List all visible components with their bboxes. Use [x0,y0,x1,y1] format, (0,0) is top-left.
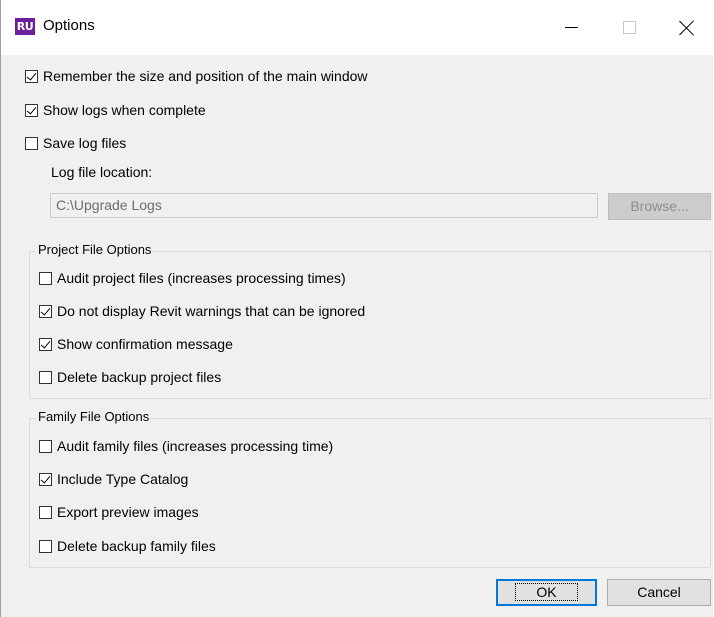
family-file-options-title: Family File Options [36,409,152,424]
export-preview-checkbox[interactable] [39,505,52,519]
delete-backup-project-checkbox[interactable] [39,370,52,384]
family-option-row[interactable]: Audit family files (increases processing… [39,437,333,455]
maximize-button[interactable] [600,0,658,55]
title-bar[interactable]: RU Options [1,0,714,55]
show-logs-checkbox-row[interactable]: Show logs when complete [25,101,206,119]
minimize-icon [564,27,578,28]
family-option-row[interactable]: Delete backup family files [39,537,216,555]
options-dialog: RU Options Remember the size and positio… [0,0,714,617]
show-logs-label: Show logs when complete [43,102,206,118]
save-logs-checkbox-row[interactable]: Save log files [25,134,126,152]
include-type-catalog-label: Include Type Catalog [57,471,189,487]
minimize-button[interactable] [542,0,600,55]
project-option-row[interactable]: Audit project files (increases processin… [39,269,346,287]
maximize-icon [622,21,636,34]
show-logs-checkbox[interactable] [25,103,38,117]
include-type-catalog-checkbox[interactable] [39,472,52,486]
audit-family-label: Audit family files (increases processing… [57,438,334,454]
log-location-label: Log file location: [51,164,153,180]
close-icon [679,20,695,36]
confirmation-message-label: Show confirmation message [57,336,233,352]
browse-button[interactable]: Browse... [608,193,711,220]
project-option-row[interactable]: Delete backup project files [39,368,221,386]
save-logs-checkbox[interactable] [25,136,38,150]
suppress-warnings-checkbox[interactable] [39,304,52,318]
delete-backup-family-checkbox[interactable] [39,539,52,553]
project-option-row[interactable]: Show confirmation message [39,335,233,353]
delete-backup-family-label: Delete backup family files [57,538,216,554]
audit-project-checkbox[interactable] [39,271,52,285]
family-option-row[interactable]: Export preview images [39,503,199,521]
app-logo-icon: RU [15,18,35,35]
project-option-row[interactable]: Do not display Revit warnings that can b… [39,302,365,320]
ok-button-label: OK [515,583,578,601]
remember-size-checkbox-row[interactable]: Remember the size and position of the ma… [25,67,368,85]
audit-family-checkbox[interactable] [39,439,52,453]
cancel-button[interactable]: Cancel [607,579,711,606]
audit-project-label: Audit project files (increases processin… [57,270,346,286]
delete-backup-project-label: Delete backup project files [57,369,222,385]
export-preview-label: Export preview images [57,504,199,520]
family-option-row[interactable]: Include Type Catalog [39,470,188,488]
project-file-options-title: Project File Options [36,242,154,257]
confirmation-message-checkbox[interactable] [39,337,52,351]
ok-button[interactable]: OK [496,579,597,606]
remember-size-label: Remember the size and position of the ma… [43,68,368,84]
close-button[interactable] [658,0,714,55]
remember-size-checkbox[interactable] [25,69,38,83]
log-location-input[interactable]: C:\Upgrade Logs [50,193,598,218]
suppress-warnings-label: Do not display Revit warnings that can b… [57,303,366,319]
window-title: Options [43,17,95,34]
save-logs-label: Save log files [43,135,127,151]
